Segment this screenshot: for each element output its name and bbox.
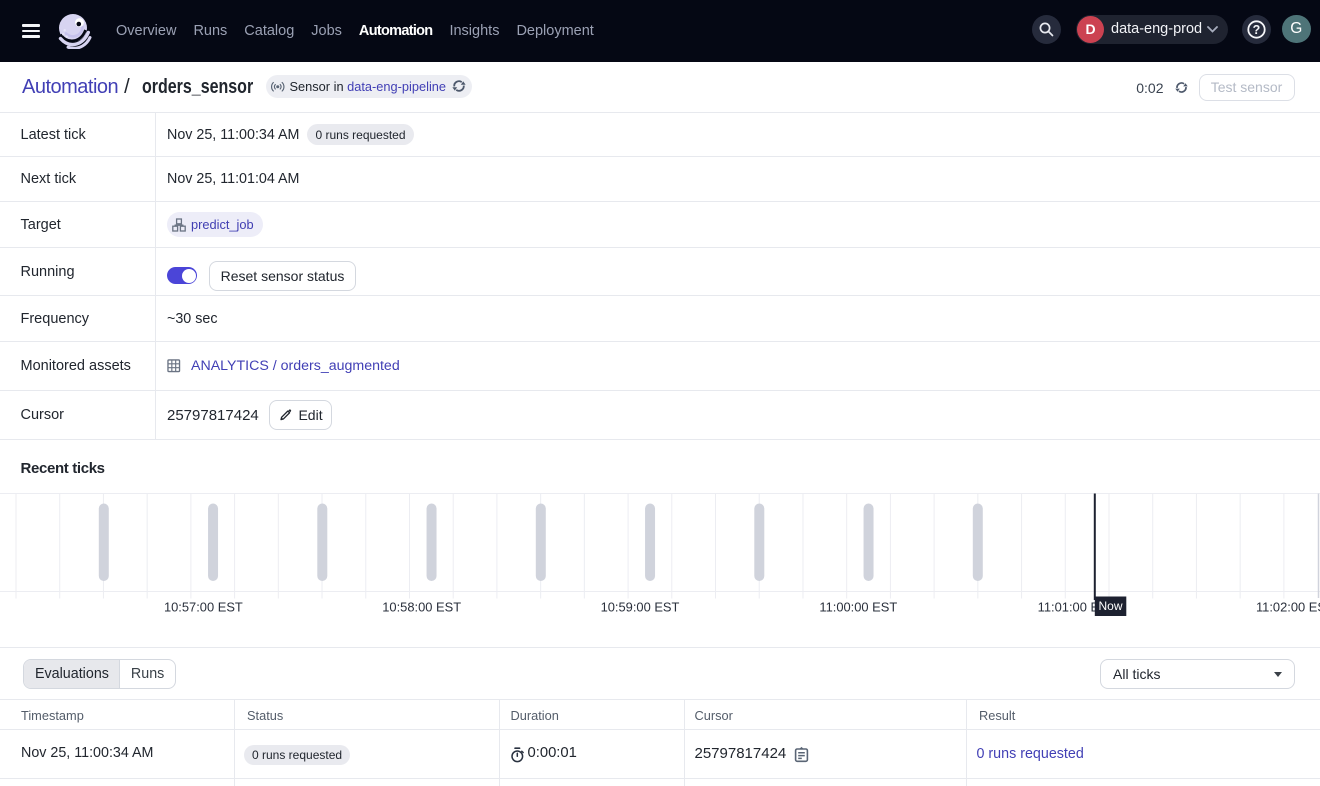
svg-text:11:02:00 EST: 11:02:00 EST: [1256, 600, 1320, 615]
svg-text:10:59:00 EST: 10:59:00 EST: [601, 600, 680, 615]
svg-text:11:00:00 EST: 11:00:00 EST: [819, 600, 897, 615]
svg-text:Now: Now: [1098, 599, 1122, 613]
svg-text:10:57:00 EST: 10:57:00 EST: [164, 600, 243, 615]
svg-text:?: ?: [1252, 23, 1260, 37]
svg-text:10:58:00 EST: 10:58:00 EST: [382, 600, 461, 615]
